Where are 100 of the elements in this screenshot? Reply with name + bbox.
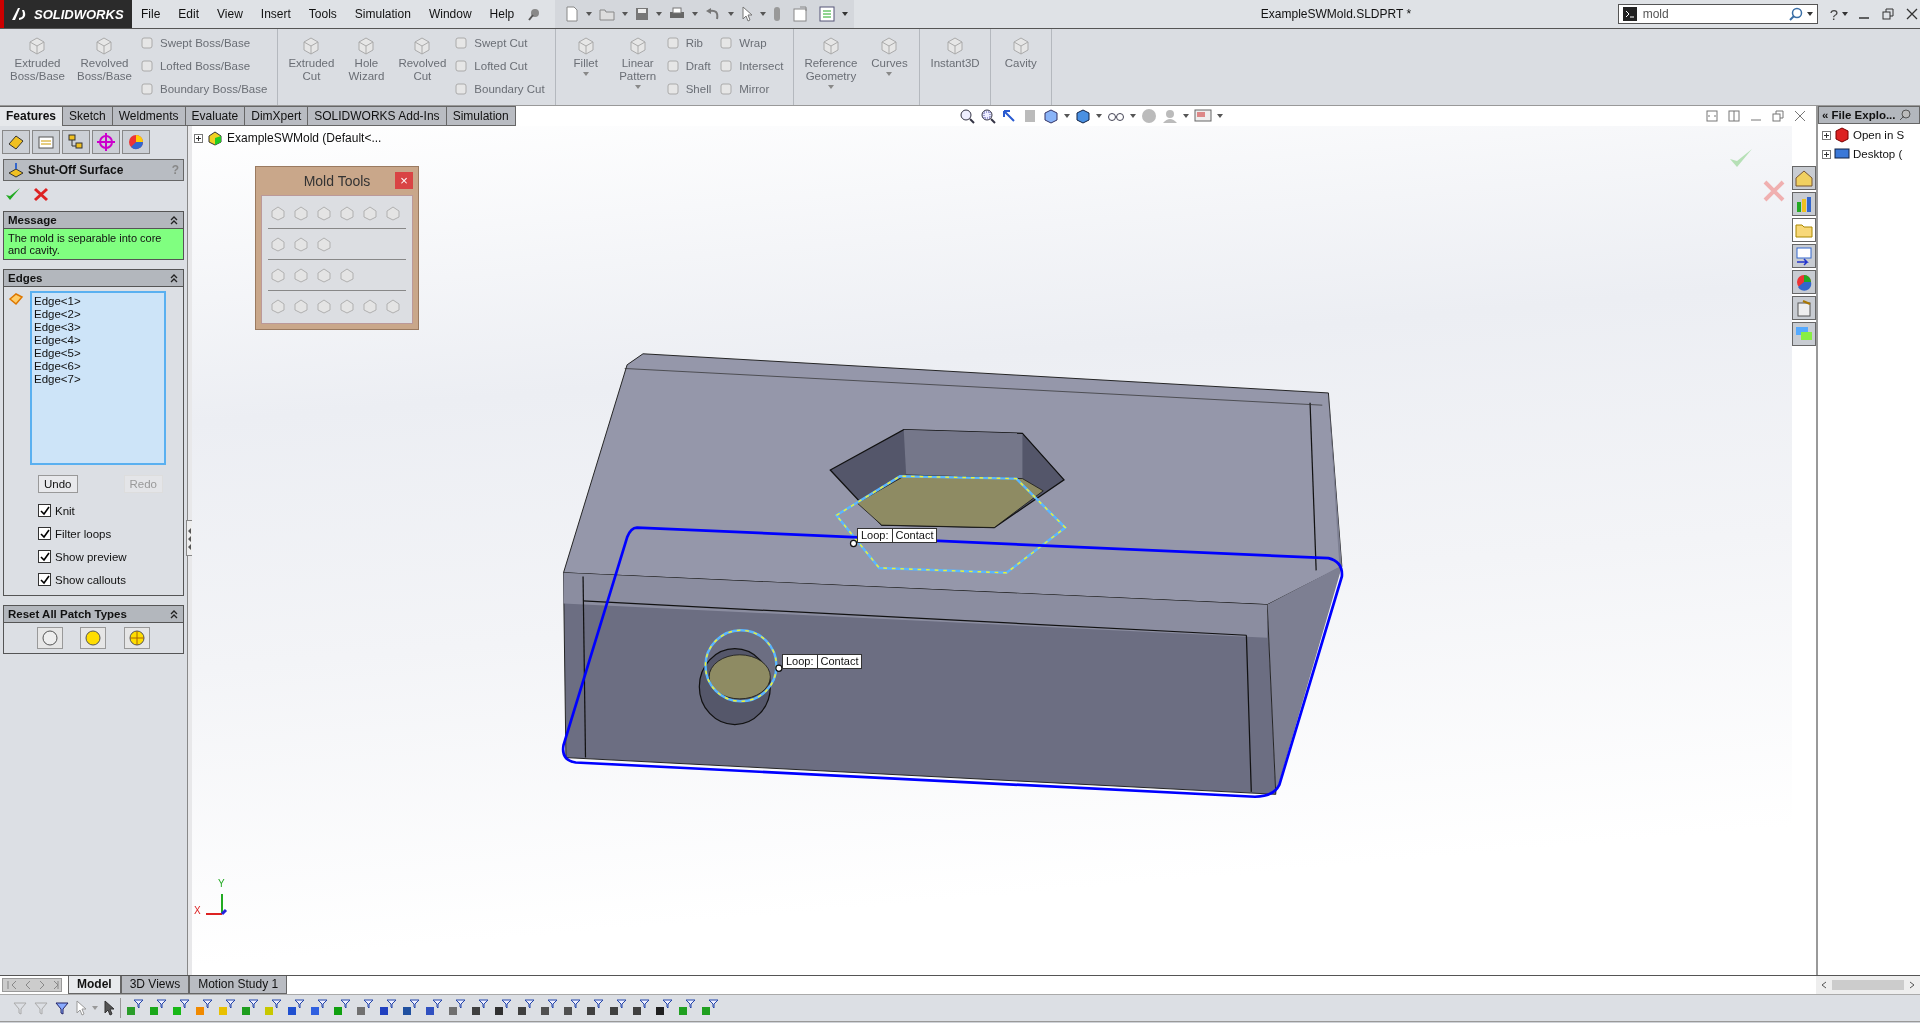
patch-type-button[interactable] [36, 627, 63, 649]
chat-icon[interactable] [1792, 322, 1816, 346]
scroll-right-icon[interactable] [1908, 981, 1916, 990]
filter-icon[interactable] [241, 999, 259, 1018]
filter-icon[interactable] [609, 999, 627, 1018]
search-field[interactable]: mold [1640, 6, 1785, 22]
clipboard-icon[interactable] [1792, 296, 1816, 320]
command-tab[interactable]: Sketch [63, 106, 113, 126]
search-box[interactable]: mold [1617, 4, 1818, 24]
filter-icon[interactable] [356, 999, 374, 1018]
loop-highlight[interactable] [704, 629, 778, 703]
checkbox[interactable] [38, 504, 51, 517]
checkbox-label[interactable]: Show callouts [55, 573, 126, 586]
ribbon-button[interactable]: Intersect [719, 56, 788, 76]
filter-icon[interactable] [379, 999, 397, 1018]
menu-item[interactable]: Tools [299, 7, 346, 21]
books-icon[interactable] [1792, 192, 1816, 216]
checkbox[interactable] [38, 573, 51, 586]
command-tab[interactable]: Simulation [446, 106, 516, 126]
pointer-icon[interactable] [103, 1000, 115, 1017]
ribbon-button[interactable]: Swept Boss/Base [139, 33, 272, 53]
list-item[interactable]: Edge<2> [34, 308, 162, 321]
ribbon-button[interactable]: Extruded Boss/Base [6, 33, 69, 85]
tile-icon[interactable] [1706, 110, 1718, 122]
list-item[interactable]: Edge<5> [34, 347, 162, 360]
checkbox-label[interactable]: Filter loops [55, 527, 112, 540]
restore-icon[interactable] [1882, 8, 1894, 20]
ribbon-button[interactable]: Swept Cut [454, 33, 549, 53]
filter-icon[interactable] [563, 999, 581, 1018]
loop-highlight[interactable] [834, 474, 1068, 575]
filter-icon[interactable] [517, 999, 535, 1018]
scrollbar-thumb[interactable] [1832, 980, 1904, 991]
property-icon[interactable] [32, 130, 60, 154]
section-header[interactable]: Message [4, 212, 183, 229]
filter-icon[interactable] [54, 1000, 70, 1017]
zoom-icon[interactable] [958, 108, 975, 124]
pointer-icon[interactable] [741, 6, 754, 22]
tree-item[interactable]: Open in S [1853, 129, 1905, 141]
list-item[interactable]: Edge<4> [34, 334, 162, 347]
ribbon-button[interactable]: Wrap [719, 33, 788, 53]
list-item[interactable]: Edge<7> [34, 373, 162, 386]
caret-icon[interactable] [842, 12, 849, 16]
arrow-icon[interactable] [1000, 108, 1017, 124]
filter-icon[interactable] [149, 999, 167, 1018]
ribbon-button[interactable]: Lofted Cut [454, 56, 549, 76]
filter-icon[interactable] [586, 999, 604, 1018]
help-button[interactable]: ? [1829, 5, 1838, 23]
ribbon-button[interactable]: Cavity [996, 33, 1045, 72]
filter-icon[interactable] [701, 999, 719, 1018]
zoom-icon[interactable] [979, 108, 996, 124]
scroll-left-icon[interactable] [1820, 981, 1828, 990]
parting-line[interactable] [561, 526, 1344, 799]
filter-icon[interactable] [218, 999, 236, 1018]
caret-icon[interactable] [1063, 114, 1070, 118]
filter-icon[interactable] [471, 999, 489, 1018]
close-button[interactable]: × [395, 172, 413, 189]
cube-icon[interactable] [1074, 108, 1091, 124]
search-icon[interactable] [1788, 7, 1803, 21]
filter-icon[interactable] [333, 999, 351, 1018]
list-item[interactable]: Edge<1> [34, 295, 162, 308]
filter-icon[interactable] [195, 999, 213, 1018]
folder-icon[interactable] [1792, 218, 1816, 242]
filter-icon[interactable] [448, 999, 466, 1018]
filter-icon[interactable] [264, 999, 282, 1018]
menu-item[interactable]: View [208, 7, 252, 21]
patch-type-button[interactable] [80, 627, 107, 649]
ribbon-button[interactable]: Lofted Boss/Base [139, 56, 272, 76]
panel-button[interactable]: Undo [38, 475, 78, 493]
command-tab[interactable]: Evaluate [185, 106, 246, 126]
tab-scroll-icon[interactable] [2, 978, 62, 993]
view-tab[interactable]: 3D Views [120, 976, 190, 995]
filter-icon[interactable] [425, 999, 443, 1018]
checkbox[interactable] [38, 550, 51, 563]
collapse-icon[interactable] [169, 273, 179, 283]
edge-list[interactable]: Edge<1> Edge<2> Edge<3> Edge<4> Edge<5> Edge<6> Edge<7> [30, 291, 166, 465]
restore-icon[interactable] [1772, 110, 1784, 122]
menu-item[interactable]: Help [480, 7, 524, 21]
menu-item[interactable]: File [132, 7, 170, 21]
filter-icon[interactable] [494, 999, 512, 1018]
ribbon-button[interactable]: Fillet [561, 33, 610, 78]
ribbon-button[interactable]: Revolved Cut [394, 33, 451, 85]
filter-icon[interactable] [678, 999, 696, 1018]
ribbon-button[interactable]: Instant3D [926, 33, 984, 72]
expand-icon[interactable] [1822, 149, 1831, 159]
view-tab[interactable]: Model [68, 976, 121, 995]
ribbon-button[interactable]: Boundary Cut [454, 79, 549, 99]
ribbon-button[interactable]: Mirror [719, 79, 788, 99]
callout[interactable]: Loop: Contact [782, 654, 863, 669]
color-wheel-icon[interactable] [122, 130, 150, 154]
pin-icon[interactable] [1898, 109, 1911, 121]
checkbox-label[interactable]: Show preview [55, 550, 127, 563]
menu-item[interactable]: Edit [169, 7, 209, 21]
filter-icon[interactable] [310, 999, 328, 1018]
close-icon[interactable] [1794, 110, 1806, 122]
filter-icon[interactable] [287, 999, 305, 1018]
filter-icon[interactable] [402, 999, 420, 1018]
filter-icon[interactable] [655, 999, 673, 1018]
cube-icon[interactable] [1042, 108, 1059, 124]
home-icon[interactable] [1792, 166, 1816, 190]
menu-item[interactable]: Simulation [345, 7, 420, 21]
